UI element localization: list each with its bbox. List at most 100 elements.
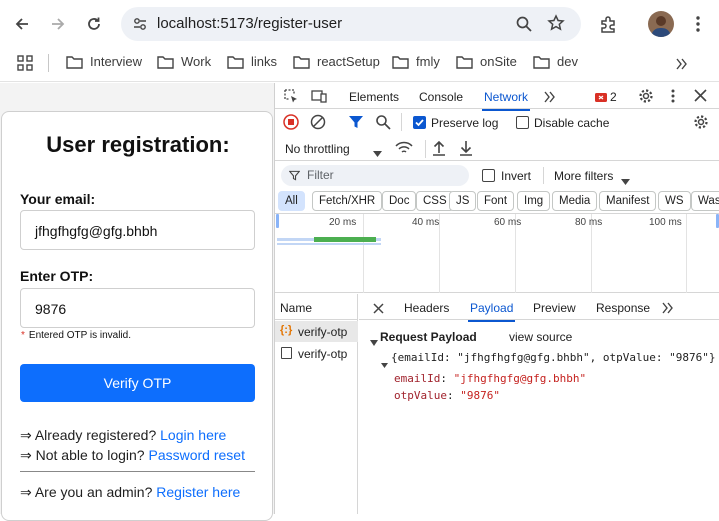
- login-link[interactable]: Login here: [160, 427, 226, 443]
- disable-cache-checkbox[interactable]: [516, 116, 529, 129]
- filter-chip-media[interactable]: Media: [552, 191, 598, 211]
- export-har-icon[interactable]: [459, 140, 473, 161]
- device-toolbar-icon[interactable]: [311, 88, 327, 109]
- devtools-panel: Elements Console Network 2 Preserve log …: [274, 83, 719, 514]
- folder-icon: [157, 55, 174, 69]
- name-column-header[interactable]: Name: [280, 301, 312, 315]
- timeline-tick: 20 ms: [329, 217, 357, 228]
- filter-chip-wasm[interactable]: Wasm: [691, 191, 719, 211]
- more-bookmarks-icon[interactable]: [676, 57, 688, 75]
- filter-chip-manifest[interactable]: Manifest: [599, 191, 657, 211]
- folder-icon: [227, 55, 244, 69]
- filter-icon: [289, 170, 300, 181]
- filter-chip-font[interactable]: Font: [477, 191, 515, 211]
- tab-elements[interactable]: Elements: [349, 90, 399, 104]
- menu-kebab-icon[interactable]: [686, 12, 710, 36]
- extensions-icon[interactable]: [596, 12, 620, 36]
- throttling-select[interactable]: No throttling: [285, 142, 350, 156]
- bookmark-interview[interactable]: Interview: [66, 54, 142, 69]
- bookmark-links[interactable]: links: [227, 54, 277, 69]
- invert-checkbox[interactable]: [482, 169, 495, 182]
- apps-grid-icon[interactable]: [17, 55, 33, 76]
- verify-otp-button[interactable]: Verify OTP: [20, 364, 255, 402]
- email-label: Your email:: [20, 191, 96, 207]
- bookmark-dev[interactable]: dev: [533, 54, 578, 69]
- timeline-tick: 40 ms: [412, 217, 440, 228]
- filter-chip-all[interactable]: All: [278, 191, 305, 211]
- more-detail-tabs-icon[interactable]: [662, 301, 674, 319]
- tab-preview[interactable]: Preview: [533, 301, 576, 315]
- admin-register-link[interactable]: Register here: [156, 484, 240, 500]
- network-conditions-icon[interactable]: [395, 141, 413, 160]
- filter-chip-ws[interactable]: WS: [658, 191, 691, 211]
- filter-chip-img[interactable]: Img: [517, 191, 551, 211]
- request-name: verify-otp: [298, 347, 348, 361]
- import-har-icon[interactable]: [432, 140, 446, 161]
- clear-icon[interactable]: [310, 114, 326, 135]
- network-settings-gear-icon[interactable]: [693, 114, 709, 135]
- zoom-icon[interactable]: [515, 15, 533, 38]
- view-source-link[interactable]: view source: [509, 330, 572, 344]
- forward-icon[interactable]: [46, 12, 70, 36]
- issues-badge-icon[interactable]: [595, 91, 607, 109]
- document-request-icon: [281, 347, 292, 359]
- admin-line: ⇒ Are you an admin? Register here: [20, 484, 241, 500]
- otp-label: Enter OTP:: [20, 268, 94, 284]
- tab-network[interactable]: Network: [481, 90, 531, 111]
- more-tabs-icon[interactable]: [544, 90, 556, 108]
- bookmarks-bar: Interview Work links reactSetup fmly onS…: [0, 48, 719, 82]
- folder-icon: [66, 55, 83, 69]
- filter-input[interactable]: Filter: [281, 165, 469, 186]
- payload-key: otpValue: [394, 389, 447, 402]
- dropdown-arrow-icon[interactable]: [373, 144, 382, 162]
- filter-funnel-icon[interactable]: [348, 114, 364, 135]
- tab-console[interactable]: Console: [419, 90, 463, 104]
- request-details-tabbar: Headers Payload Preview Response: [359, 294, 719, 322]
- payload-summary: {emailId: "jfhgfhgfg@gfg.bhbh", otpValue…: [391, 351, 716, 364]
- bookmark-fmly[interactable]: fmly: [392, 54, 440, 69]
- web-page: User registration: Your email: jfhgfhgfg…: [0, 83, 274, 521]
- expand-object-arrow-icon[interactable]: [381, 355, 388, 373]
- more-filters-arrow-icon[interactable]: [621, 172, 630, 190]
- tab-response[interactable]: Response: [596, 301, 650, 315]
- filter-chip-doc[interactable]: Doc: [382, 191, 417, 211]
- search-icon[interactable]: [375, 114, 391, 135]
- address-bar[interactable]: localhost:5173/register-user: [121, 7, 581, 41]
- timeline-left-handle[interactable]: [276, 214, 279, 228]
- devtools-menu-icon[interactable]: [670, 88, 676, 109]
- bookmark-star-icon[interactable]: [547, 14, 565, 37]
- issues-count[interactable]: 2: [610, 90, 617, 104]
- password-reset-link[interactable]: Password reset: [148, 447, 244, 463]
- close-details-icon[interactable]: [373, 301, 384, 319]
- profile-avatar[interactable]: [648, 11, 674, 37]
- reload-icon[interactable]: [82, 12, 106, 36]
- filter-chip-js[interactable]: JS: [449, 191, 477, 211]
- tab-headers[interactable]: Headers: [404, 301, 449, 315]
- bookmark-reactsetup[interactable]: reactSetup: [293, 54, 380, 69]
- preserve-log-checkbox[interactable]: [413, 116, 426, 129]
- request-row-selected[interactable]: {:} verify-otp: [275, 321, 358, 342]
- site-info-icon[interactable]: [132, 16, 148, 37]
- record-stop-icon[interactable]: [283, 114, 299, 135]
- inspect-element-icon[interactable]: [283, 88, 299, 109]
- folder-icon: [456, 55, 473, 69]
- timeline-tick: 60 ms: [494, 217, 522, 228]
- url-text[interactable]: localhost:5173/register-user: [157, 15, 342, 32]
- invert-label[interactable]: Invert: [501, 169, 531, 183]
- filter-chip-css[interactable]: CSS: [416, 191, 454, 211]
- disable-cache-label[interactable]: Disable cache: [534, 116, 609, 130]
- email-field[interactable]: jfhgfhgfg@gfg.bhbh: [20, 210, 255, 250]
- settings-gear-icon[interactable]: [638, 88, 654, 109]
- close-devtools-icon[interactable]: [694, 89, 707, 107]
- payload-value: "9876": [460, 389, 500, 402]
- filter-chip-fetch-xhr[interactable]: Fetch/XHR: [312, 191, 383, 211]
- tab-payload[interactable]: Payload: [467, 301, 516, 322]
- bookmark-onsite[interactable]: onSite: [456, 54, 517, 69]
- otp-field[interactable]: 9876: [20, 288, 255, 328]
- collapse-arrow-icon[interactable]: [370, 333, 378, 351]
- request-row[interactable]: verify-otp: [275, 343, 358, 364]
- preserve-log-label[interactable]: Preserve log: [431, 116, 498, 130]
- more-filters-button[interactable]: More filters: [554, 169, 613, 183]
- back-icon[interactable]: [10, 12, 34, 36]
- bookmark-work[interactable]: Work: [157, 54, 211, 69]
